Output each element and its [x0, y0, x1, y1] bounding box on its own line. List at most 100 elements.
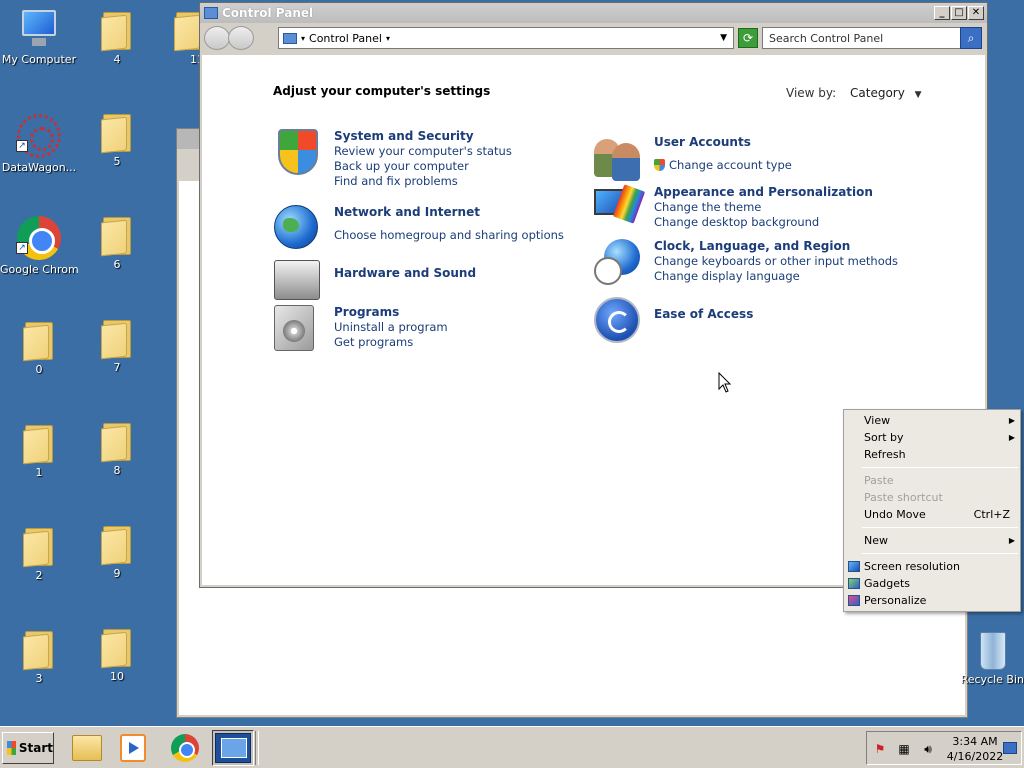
- category-link[interactable]: Change keyboards or other input methods: [654, 254, 898, 269]
- minimize-button[interactable]: _: [934, 6, 950, 20]
- media-player-icon: [120, 734, 146, 762]
- category-title[interactable]: System and Security: [334, 129, 512, 144]
- control-panel-icon: [215, 733, 251, 763]
- printer-icon[interactable]: [274, 256, 322, 304]
- folder-icon: [101, 419, 133, 463]
- desktop-icon-label: DataWagon...: [1, 161, 77, 174]
- category-link[interactable]: Back up your computer: [334, 159, 512, 174]
- back-button[interactable]: [204, 26, 230, 50]
- shield-icon[interactable]: [274, 129, 322, 177]
- menu-item-screen-resolution[interactable]: Screen resolution: [844, 558, 1020, 575]
- menu-item-sort-by[interactable]: Sort by ▶: [844, 429, 1020, 446]
- volume-icon[interactable]: 🔊︎: [921, 742, 935, 756]
- desktop-icon-folder-11[interactable]: 11: [156, 8, 200, 66]
- desktop-icon-folder-7[interactable]: 7: [78, 316, 156, 374]
- submenu-arrow-icon: ▶: [1008, 433, 1015, 442]
- desktop-icon-label: Recycle Bin: [962, 673, 1024, 686]
- category-title[interactable]: Clock, Language, and Region: [654, 239, 898, 254]
- submenu-arrow-icon: ▶: [1008, 536, 1015, 545]
- menu-item-label: Personalize: [864, 594, 927, 607]
- address-bar[interactable]: ▾ Control Panel ▾ ▼: [278, 27, 734, 49]
- programs-disc-icon[interactable]: [274, 305, 322, 353]
- window-title: Control Panel: [222, 6, 314, 20]
- taskbar-explorer-button[interactable]: [66, 730, 108, 766]
- menu-item-refresh[interactable]: Refresh: [844, 446, 1020, 463]
- view-by-label: View by:: [786, 86, 837, 100]
- category-link[interactable]: Review your computer's status: [334, 144, 512, 159]
- menu-item-label: View: [864, 414, 891, 427]
- users-icon[interactable]: [594, 135, 642, 183]
- start-button[interactable]: Start: [2, 732, 54, 764]
- category-link[interactable]: Find and fix problems: [334, 174, 512, 189]
- ease-of-access-icon[interactable]: [594, 297, 642, 345]
- gadgets-icon: [848, 578, 860, 589]
- search-input[interactable]: Search Control Panel ⌕: [762, 27, 982, 49]
- menu-item-new[interactable]: New ▶: [844, 532, 1020, 549]
- clock-globe-icon[interactable]: [594, 239, 642, 287]
- desktop-icon-google-chrome[interactable]: ↗ Google Chrome: [0, 216, 78, 276]
- category-link[interactable]: Uninstall a program: [334, 320, 448, 335]
- search-icon[interactable]: ⌕: [960, 27, 982, 49]
- taskbar-media-player-button[interactable]: [112, 730, 154, 766]
- category-title[interactable]: Hardware and Sound: [334, 266, 476, 281]
- category-title[interactable]: Programs: [334, 305, 448, 320]
- network-globe-icon[interactable]: [274, 205, 322, 253]
- desktop-icon-my-computer[interactable]: My Computer: [0, 8, 78, 66]
- control-panel-icon: [283, 32, 297, 44]
- desktop-icon-label: 8: [113, 464, 121, 477]
- shortcut-arrow-icon: ↗: [16, 140, 28, 152]
- category-link[interactable]: Change the theme: [654, 200, 873, 215]
- menu-item-undo-move[interactable]: Undo Move Ctrl+Z: [844, 506, 1020, 523]
- category-link[interactable]: Change account type: [654, 158, 792, 173]
- desktop-icon-folder-6[interactable]: 6: [78, 213, 156, 271]
- desktop-icon-folder-3[interactable]: 3: [0, 627, 78, 685]
- show-desktop-button[interactable]: [1003, 742, 1017, 754]
- menu-item-personalize[interactable]: Personalize: [844, 592, 1020, 609]
- clock-time: 3:34 AM: [952, 735, 998, 748]
- menu-item-view[interactable]: View ▶: [844, 412, 1020, 429]
- action-center-flag-icon[interactable]: ⚑: [873, 742, 887, 756]
- desktop-icon-label: 7: [113, 361, 121, 374]
- forward-button[interactable]: [228, 26, 254, 50]
- desktop-icon-folder-5[interactable]: 5: [78, 110, 156, 168]
- breadcrumb-chevron-icon[interactable]: ▾: [386, 34, 390, 43]
- desktop-icon-folder-9[interactable]: 9: [78, 522, 156, 580]
- category-link-label: Change account type: [669, 158, 792, 172]
- tray-clock[interactable]: 3:34 AM 4/16/2022: [943, 734, 1007, 764]
- desktop-icon-datawagon[interactable]: ↗ DataWagon...: [0, 114, 78, 174]
- dropdown-arrow-icon[interactable]: ▼: [915, 90, 922, 100]
- category-link[interactable]: Get programs: [334, 335, 448, 350]
- refresh-icon[interactable]: ⟳: [738, 28, 758, 48]
- breadcrumb[interactable]: Control Panel: [309, 32, 382, 45]
- desktop-icon-folder-8[interactable]: 8: [78, 419, 156, 477]
- folder-icon: [101, 522, 133, 566]
- menu-item-gadgets[interactable]: Gadgets: [844, 575, 1020, 592]
- close-button[interactable]: ✕: [968, 6, 984, 20]
- category-title[interactable]: Appearance and Personalization: [654, 185, 873, 200]
- category-title[interactable]: Ease of Access: [654, 307, 753, 322]
- folder-icon: [23, 524, 55, 568]
- window-titlebar[interactable]: Control Panel _ □ ✕: [200, 3, 987, 23]
- breadcrumb-chevron-icon[interactable]: ▾: [301, 34, 305, 43]
- desktop-icon-folder-1[interactable]: 1: [0, 421, 78, 479]
- category-title[interactable]: Network and Internet: [334, 205, 564, 220]
- taskbar-control-panel-button[interactable]: [212, 730, 254, 766]
- address-dropdown-icon[interactable]: ▼: [720, 33, 727, 43]
- desktop-icon-folder-0[interactable]: 0: [0, 318, 78, 376]
- desktop-icon-folder-2[interactable]: 2: [0, 524, 78, 582]
- appearance-icon[interactable]: [594, 184, 646, 233]
- menu-item-label: Paste: [864, 474, 894, 487]
- desktop-icon-folder-4[interactable]: 4: [78, 8, 156, 66]
- maximize-button[interactable]: □: [951, 6, 967, 20]
- desktop-icon-recycle-bin[interactable]: Recycle Bin: [962, 632, 1024, 686]
- category-link[interactable]: Change desktop background: [654, 215, 873, 230]
- category-title[interactable]: User Accounts: [654, 135, 792, 150]
- network-icon[interactable]: ▦: [897, 742, 911, 756]
- taskbar-grip[interactable]: [255, 731, 259, 765]
- category-link[interactable]: Change display language: [654, 269, 898, 284]
- view-by-dropdown[interactable]: Category: [850, 86, 905, 100]
- taskbar-chrome-button[interactable]: [164, 730, 206, 766]
- window-controls: _ □ ✕: [934, 6, 984, 20]
- category-link[interactable]: Choose homegroup and sharing options: [334, 228, 564, 243]
- desktop-icon-folder-10[interactable]: 10: [78, 625, 156, 683]
